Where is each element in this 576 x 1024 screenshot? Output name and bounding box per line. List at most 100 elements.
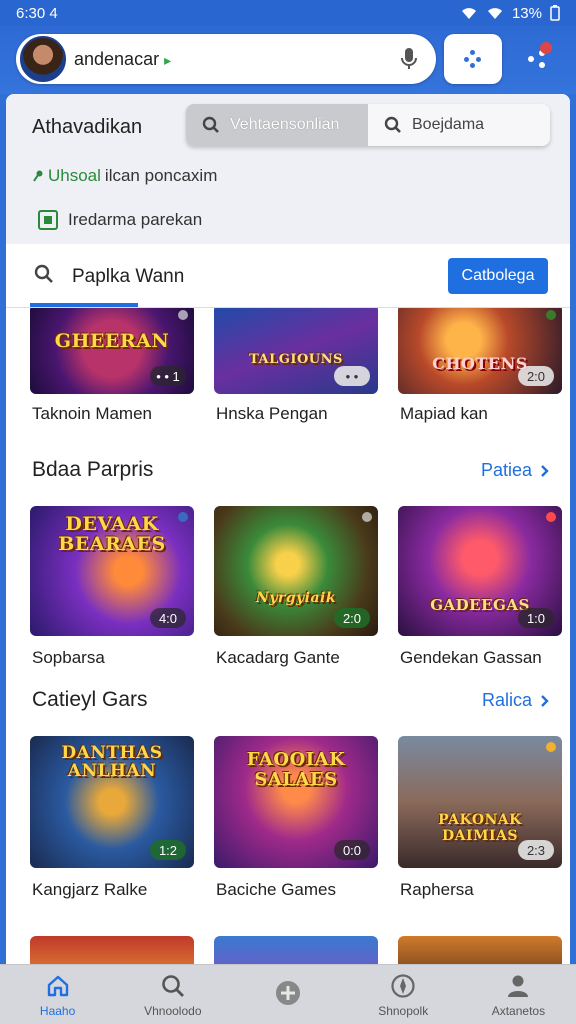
battery-icon [550, 5, 560, 21]
checkbox[interactable] [38, 210, 58, 230]
search-row: Paplka Wann Catbolega [6, 244, 570, 308]
categories-button[interactable]: Catbolega [448, 258, 548, 294]
segment-inactive[interactable]: Boejdama [368, 104, 550, 146]
game-title[interactable]: Raphersa [400, 880, 474, 900]
apps-grid-icon [464, 50, 482, 68]
see-all-link[interactable]: Ralica [482, 690, 550, 711]
nav-add[interactable] [230, 965, 345, 1024]
status-bar: 6:30 4 13% [0, 0, 576, 26]
filter-title: Athavadikan [32, 116, 143, 138]
nav-search-label: Vhnoolodo [144, 1003, 202, 1018]
rating-badge: • • [334, 366, 370, 386]
caret-right-icon: ▸ [164, 51, 172, 68]
game-card[interactable]: DEVAAK BEARAES 4:0 [30, 506, 194, 636]
chevron-right-icon [541, 464, 549, 477]
wifi-icon [461, 8, 476, 19]
game-art-logo: FAOOIAK SALAES [246, 749, 346, 790]
rating-badge: 2:3 [518, 840, 554, 860]
rating-badge: 2:0 [518, 366, 554, 386]
game-title[interactable]: Mapiad kan [400, 404, 488, 424]
segment-active[interactable]: Vehtaensonlian [186, 104, 368, 146]
game-title[interactable]: Hnska Pengan [216, 404, 328, 424]
game-art-logo: DANTHAS ANLHAN [61, 743, 163, 781]
battery-percent: 13% [511, 4, 542, 22]
account-name-text: andenacar [74, 48, 160, 69]
game-card[interactable]: TALGIOUNS • • [214, 308, 378, 394]
game-list: GHEERAN • • 1 TALGIOUNS • • CHOTENS 2:0 … [6, 308, 570, 1024]
game-title[interactable]: Kangjarz Ralke [32, 880, 147, 900]
search-icon [159, 972, 187, 1000]
main-panel: Athavadikan Vehtaensonlian Boejdama Uhso… [6, 94, 570, 1024]
corner-icon [362, 512, 372, 522]
mic-icon[interactable] [396, 46, 422, 72]
rating-badge: 1:2 [150, 840, 186, 860]
game-art-logo: DEVAAK BEARAES [58, 513, 166, 555]
search-icon [202, 116, 219, 133]
game-card[interactable]: FAOOIAK SALAES 0:0 [214, 736, 378, 868]
game-title[interactable]: Kacadarg Gante [216, 648, 340, 668]
signal-icon [487, 8, 502, 19]
status-time: 6:30 4 [16, 4, 58, 22]
account-name: andenacar ▸ [74, 49, 396, 70]
game-title[interactable]: Taknoin Mamen [32, 404, 152, 424]
notifications-button[interactable] [520, 42, 554, 76]
bottom-navigation: Haaho Vhnoolodo Shnopolk Axtanetos [0, 964, 576, 1024]
segment-inactive-label: Boejdama [412, 116, 485, 133]
nav-home[interactable]: Haaho [0, 965, 115, 1024]
section-title: Bdaa Parpris [32, 458, 154, 481]
game-title[interactable]: Gendekan Gassan [400, 648, 542, 668]
rating-badge: 4:0 [150, 608, 186, 628]
game-card[interactable]: Nyrgyiaik 2:0 [214, 506, 378, 636]
nav-profile[interactable]: Axtanetos [461, 965, 576, 1024]
corner-icon [546, 512, 556, 522]
game-card[interactable]: CHOTENS 2:0 [398, 308, 562, 394]
notification-badge [540, 42, 552, 54]
game-art-logo: GHEERAN [54, 330, 170, 352]
game-card[interactable]: GADEEGAS 1:0 [398, 506, 562, 636]
segmented-control: Vehtaensonlian Boejdama [186, 104, 550, 146]
game-title[interactable]: Sopbarsa [32, 648, 105, 668]
compass-icon [389, 972, 417, 1000]
filter-checkbox-row[interactable]: Iredarma parekan [38, 210, 202, 230]
chevron-right-icon [541, 694, 549, 707]
game-card[interactable]: PAKONAK DAIMIAS 2:3 [398, 736, 562, 868]
search-query[interactable]: Paplka Wann [72, 266, 184, 288]
game-art-logo: Nyrgyiaik [255, 590, 337, 606]
nav-explore-label: Shnopolk [378, 1003, 429, 1018]
see-all-label: Ralica [481, 690, 532, 710]
status-icons: 13% [460, 5, 560, 22]
filter-option-green: Uhsoal [48, 166, 101, 185]
game-card[interactable]: GHEERAN • • 1 [30, 308, 194, 394]
pin-icon [33, 170, 43, 182]
search-icon [384, 116, 401, 133]
apps-grid-button[interactable] [444, 34, 502, 84]
add-circle-icon [274, 979, 302, 1007]
nav-home-label: Haaho [39, 1003, 76, 1018]
corner-icon [178, 310, 188, 320]
rating-badge: 2:0 [334, 608, 370, 628]
filter-card: Athavadikan Vehtaensonlian Boejdama Uhso… [6, 94, 570, 244]
nav-explore[interactable]: Shnopolk [346, 965, 461, 1024]
game-art-logo: TALGIOUNS [249, 352, 343, 367]
account-search-bar[interactable]: andenacar ▸ [16, 34, 436, 84]
corner-icon [546, 310, 556, 320]
rating-badge: 0:0 [334, 840, 370, 860]
game-title[interactable]: Baciche Games [216, 880, 336, 900]
search-icon[interactable] [34, 264, 54, 284]
section-title: Catieyl Gars [32, 688, 148, 711]
nav-profile-label: Axtanetos [491, 1003, 546, 1018]
active-tab-indicator [30, 303, 138, 307]
nav-search[interactable]: Vhnoolodo [115, 965, 230, 1024]
game-card[interactable]: DANTHAS ANLHAN 1:2 [30, 736, 194, 868]
corner-icon [178, 512, 188, 522]
filter-option-text: ilcan poncaxim [104, 166, 218, 185]
top-app-bar: andenacar ▸ [0, 26, 576, 94]
avatar[interactable] [20, 36, 66, 82]
see-all-link[interactable]: Patiea [481, 460, 550, 481]
filter-option-row[interactable]: Uhsoal ilcan poncaxim [32, 166, 217, 186]
segment-active-label: Vehtaensonlian [230, 116, 340, 133]
home-icon [44, 972, 72, 1000]
rating-badge: • • 1 [150, 366, 186, 386]
rating-badge: 1:0 [518, 608, 554, 628]
checkbox-label: Iredarma parekan [68, 210, 203, 229]
